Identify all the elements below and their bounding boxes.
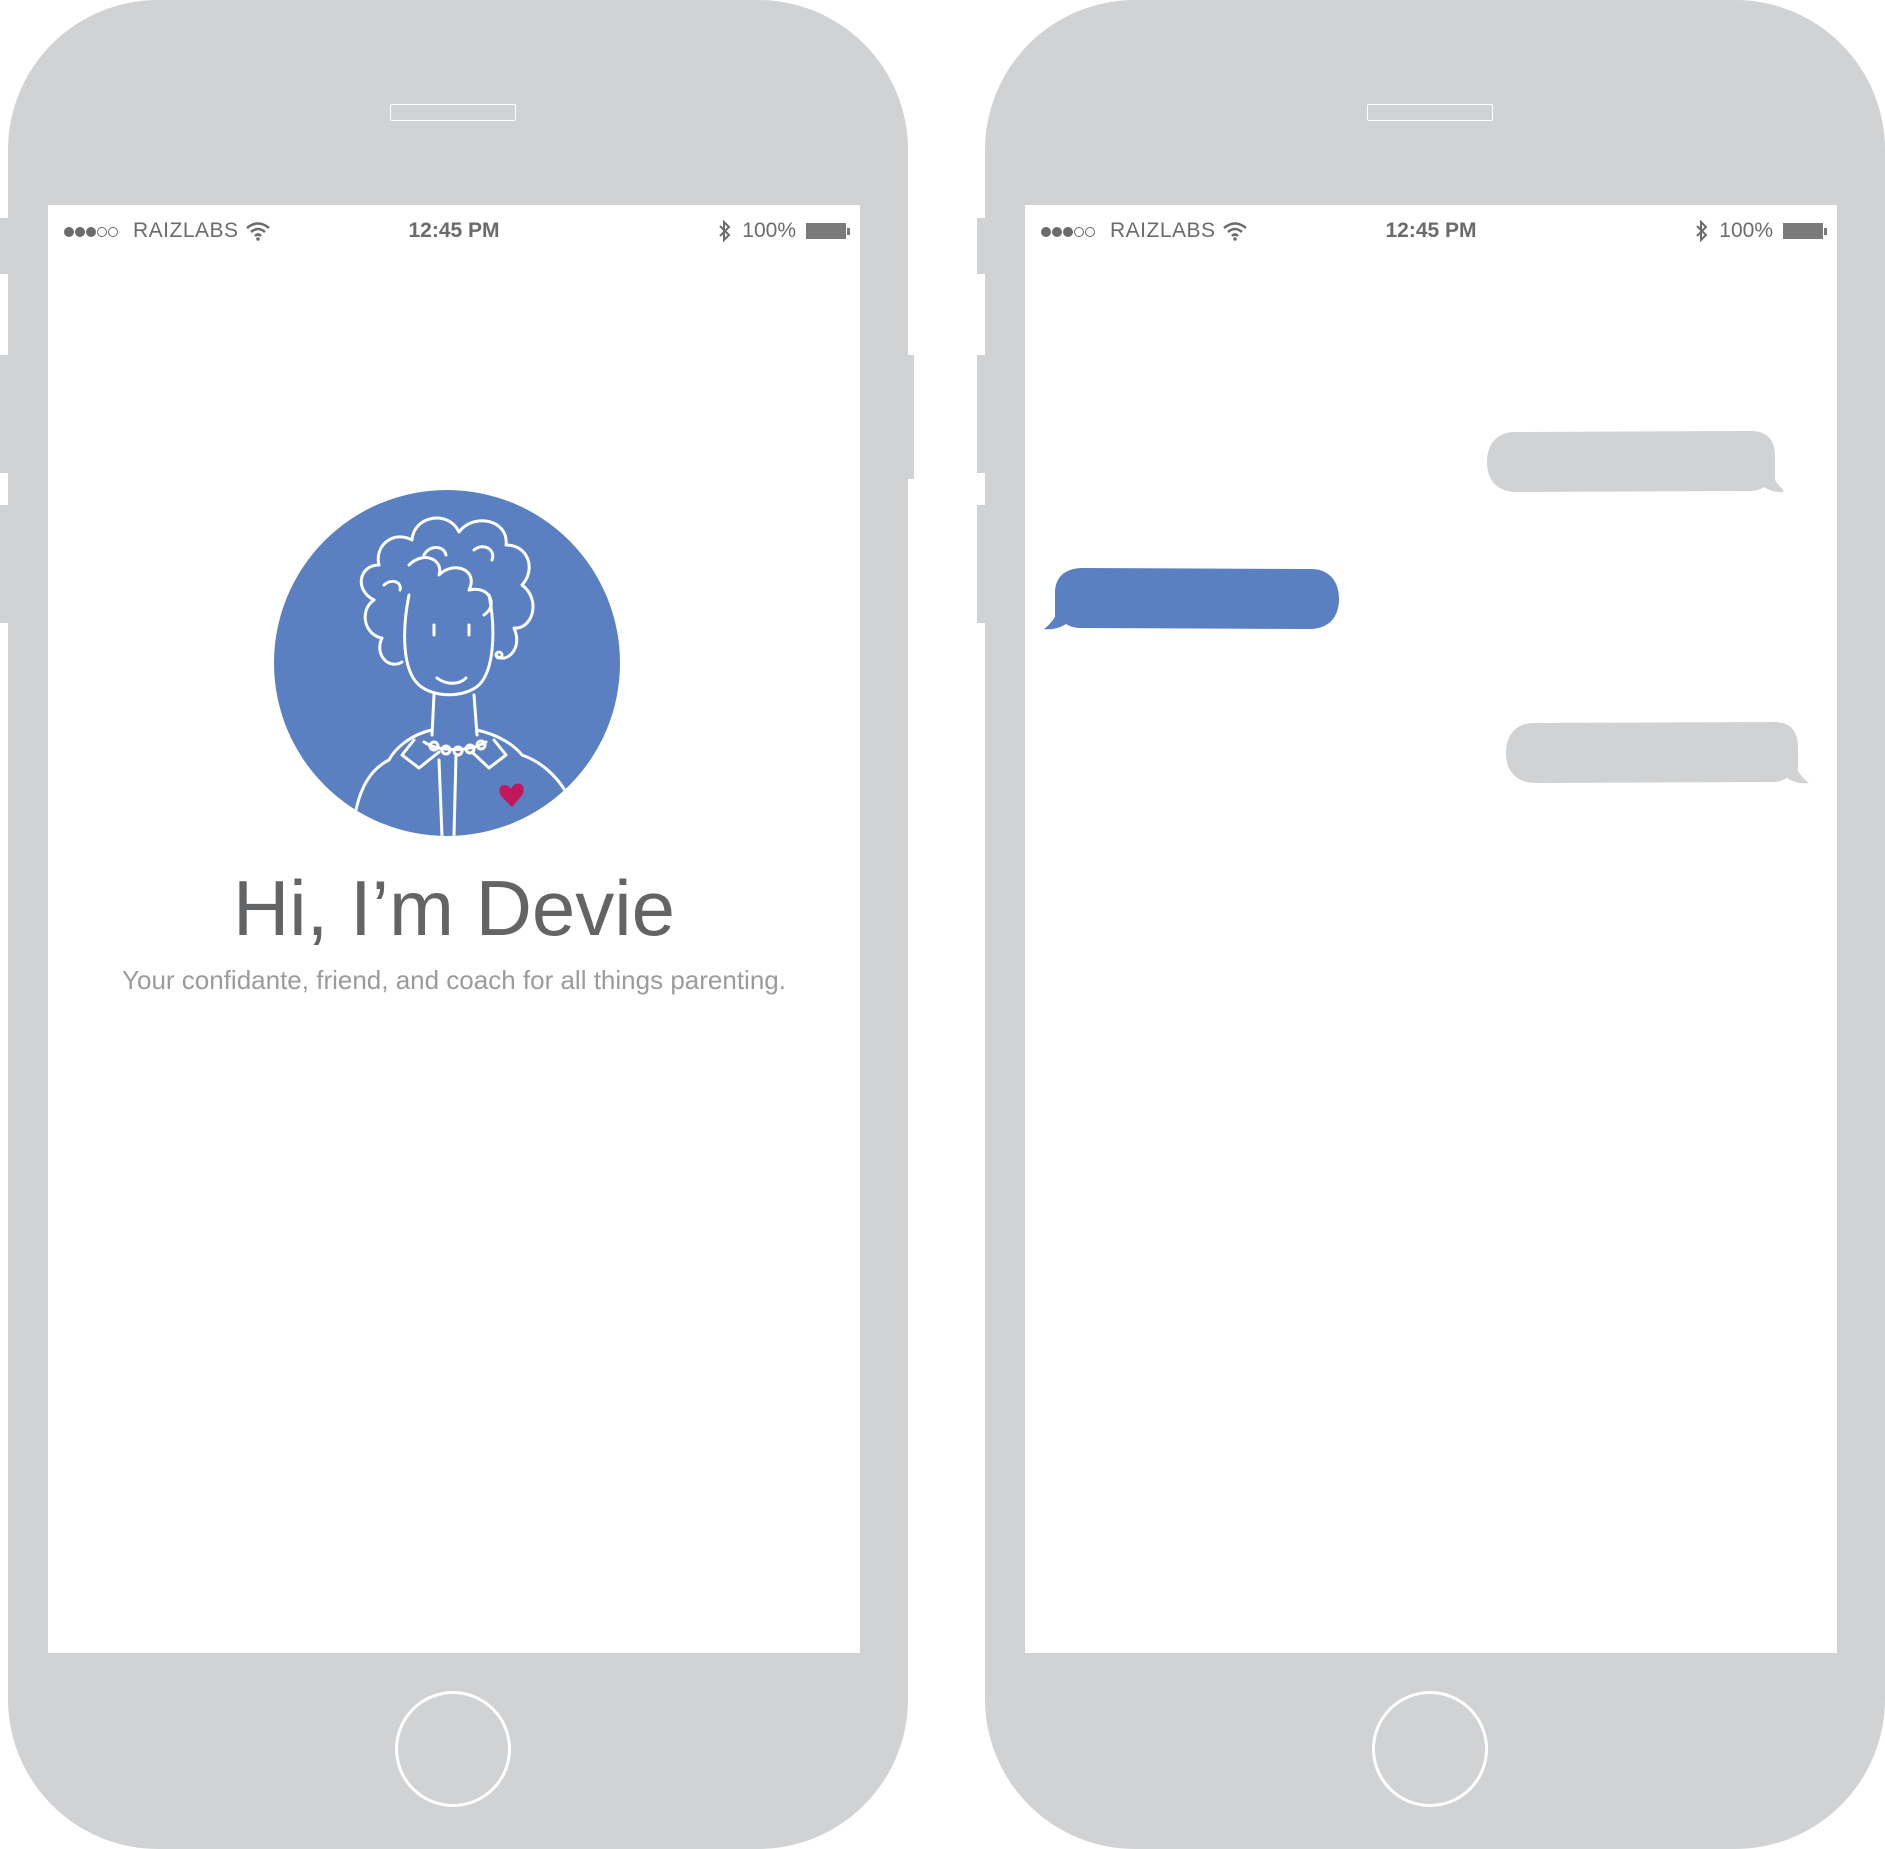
welcome-subtitle: Your confidante, friend, and coach for a… <box>122 965 786 995</box>
outgoing-message-bubble[interactable] <box>1043 565 1343 637</box>
power-button <box>904 355 914 479</box>
welcome-title: Hi, I’m Devie <box>232 864 676 952</box>
volume-up-button <box>977 355 987 473</box>
mute-switch <box>977 218 987 274</box>
home-button[interactable] <box>1372 1691 1488 1807</box>
incoming-message-bubble[interactable] <box>1502 719 1812 791</box>
phone-right: RAIZLABS 12:45 PM 100% <box>977 0 1885 1849</box>
earpiece-speaker <box>1367 104 1493 121</box>
mute-switch <box>0 218 10 274</box>
volume-up-button <box>0 355 10 473</box>
devie-avatar-icon <box>274 490 620 836</box>
screen: RAIZLABS 12:45 PM 100% <box>48 205 860 1653</box>
phone-left: RAIZLABS 12:45 PM 100% Hi, I’m Devie You… <box>0 0 914 1849</box>
battery-percent: 100% <box>1719 219 1773 242</box>
bluetooth-icon <box>1696 220 1708 242</box>
home-button[interactable] <box>395 1691 511 1807</box>
bluetooth-icon <box>719 220 731 242</box>
volume-down-button <box>977 505 987 623</box>
status-bar: RAIZLABS 12:45 PM 100% <box>48 205 860 255</box>
battery-icon <box>1783 223 1827 239</box>
earpiece-speaker <box>390 104 516 121</box>
incoming-message-bubble[interactable] <box>1483 428 1783 500</box>
screen: RAIZLABS 12:45 PM 100% <box>1025 205 1837 1653</box>
battery-icon <box>806 223 850 239</box>
volume-down-button <box>0 505 10 623</box>
power-button <box>1881 355 1885 479</box>
battery-percent: 100% <box>742 219 796 242</box>
status-bar: RAIZLABS 12:45 PM 100% <box>1025 205 1837 255</box>
